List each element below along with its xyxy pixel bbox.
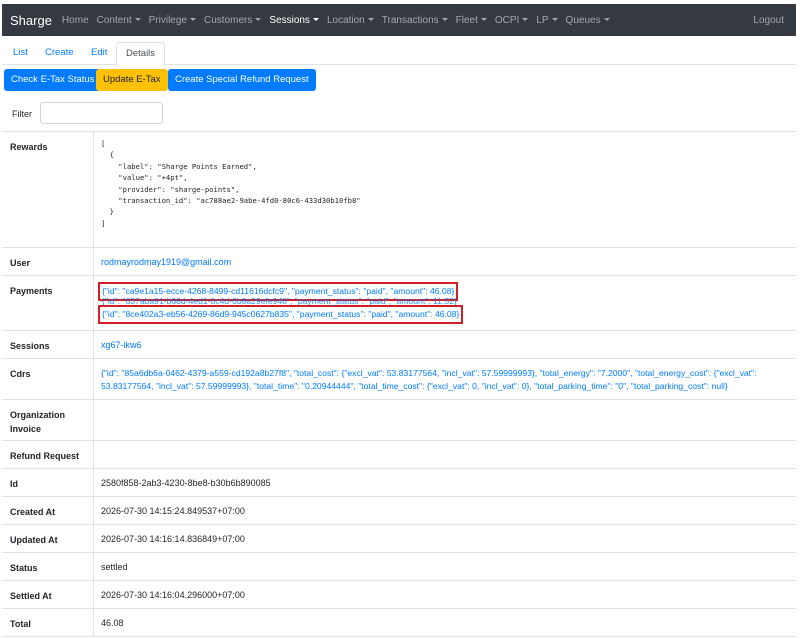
updated-at-value: 2026-07-30 14:16:14.836849+07:00 [101,534,245,544]
cdrs-row: Cdrs {"id": "85a6db6a-0462-4379-a559-cd1… [2,359,796,400]
nav-ocpi[interactable]: OCPI [494,14,529,26]
cdrs-label: Cdrs [2,359,94,399]
organization-invoice-row: Organization Invoice [2,400,796,441]
rewards-row: Rewards [ { "label": "Sharge Points Earn… [2,132,796,248]
nav-ocpi-label: OCPI [494,14,520,26]
updated-at-row: Updated At 2026-07-30 14:16:14.836849+07… [2,525,796,553]
logout-link[interactable]: Logout [753,15,784,26]
view-tabs: List Create Edit Details [2,42,796,66]
nav-customers[interactable]: Customers [204,14,262,26]
nav-home[interactable]: Home [62,15,89,26]
total-row: Total 46.08 [2,609,796,637]
rewards-value: [ { "label": "Sharge Points Earned", "va… [94,132,796,237]
nav-sessions[interactable]: Sessions [269,15,319,26]
nav-transactions[interactable]: Transactions [382,15,448,26]
caret-down-icon [190,18,196,22]
session-link[interactable]: xg67-ikw6 [101,340,142,350]
refund-request-label: Refund Request [2,441,94,468]
check-etax-status-button[interactable]: Check E-Tax Status [4,69,102,91]
nav-fleet[interactable]: Fleet [456,15,487,26]
nav-location[interactable]: Location [327,15,374,26]
caret-down-icon [441,18,448,22]
caret-down-icon [367,18,374,22]
tab-edit[interactable]: Edit [82,42,116,65]
nav-transactions-label: Transactions [381,14,439,26]
user-email-link[interactable]: rodmayrodmay1919@gmail.com [101,257,231,267]
total-value: 46.08 [101,618,124,628]
rewards-json: [ { "label": "Sharge Points Earned", "va… [101,139,361,228]
user-row: User rodmayrodmay1919@gmail.com [2,248,796,276]
status-row: Status settled [2,553,796,581]
sessions-label: Sessions [2,331,94,358]
total-label: Total [2,609,94,636]
updated-at-label: Updated At [2,525,94,552]
refund-request-row: Refund Request [2,441,796,469]
payments-label: Payments [2,276,94,330]
tab-create[interactable]: Create [36,42,83,65]
filter-input[interactable] [40,102,163,124]
nav-privilege-label: Privilege [148,14,187,26]
caret-down-icon [255,18,262,22]
payment-link-highlighted[interactable]: {"id": "8ce402a3-eb56-4269-86d9-945c0627… [98,305,464,324]
id-value: 2580f858-2ab3-4230-8be8-b30b6b890085 [101,478,271,488]
top-navbar: Sharge Home Content Privilege Customers … [2,4,796,36]
update-etax-button[interactable]: Update E-Tax [96,69,168,91]
nav-content-label: Content [96,14,132,26]
caret-down-icon [603,18,610,22]
user-label: User [2,248,94,275]
tab-list[interactable]: List [4,42,37,65]
nav-sessions-label: Sessions [269,14,310,26]
nav-content[interactable]: Content [97,15,141,26]
settled-at-row: Settled At 2026-07-30 14:16:04.296000+07… [2,581,796,609]
caret-down-icon [551,18,558,22]
id-label: Id [2,469,94,496]
caret-down-icon [134,18,141,22]
caret-down-icon [312,18,319,22]
payments-row: Payments {"id": "ca9e1a15-ecce-4268-8499… [2,276,796,331]
nav-lp[interactable]: LP [536,14,558,26]
nav-fleet-label: Fleet [455,14,478,26]
id-row: Id 2580f858-2ab3-4230-8be8-b30b6b890085 [2,469,796,497]
created-at-label: Created At [2,497,94,524]
nav-queues-label: Queues [565,14,601,26]
caret-down-icon [522,18,529,22]
create-special-refund-button[interactable]: Create Special Refund Request [168,69,316,91]
payment-link[interactable]: {"id": "637aba91-b68d-4ed1-8c4d-6b8a29ef… [102,297,789,306]
created-at-value: 2026-07-30 14:15:24.849537+07:00 [101,506,245,516]
nav-queues[interactable]: Queues [566,15,610,26]
cdr-link[interactable]: {"id": "85a6db6a-0462-4379-a559-cd192a8b… [101,367,789,393]
sessions-row: Sessions xg67-ikw6 [2,331,796,359]
tab-details[interactable]: Details [116,42,166,66]
organization-invoice-label: Organization Invoice [2,400,94,440]
settled-at-value: 2026-07-30 14:16:04.296000+07:00 [101,590,245,600]
details-table: Rewards [ { "label": "Sharge Points Earn… [2,131,796,637]
filter-label: Filter [12,109,32,119]
nav-customers-label: Customers [204,14,253,26]
settled-at-label: Settled At [2,581,94,608]
rewards-label: Rewards [2,132,94,247]
nav-location-label: Location [326,14,365,26]
status-label: Status [2,553,94,580]
caret-down-icon [480,18,487,22]
nav-privilege[interactable]: Privilege [149,15,196,26]
nav-lp-label: LP [536,14,549,26]
status-value: settled [101,562,128,572]
created-at-row: Created At 2026-07-30 14:15:24.849537+07… [2,497,796,525]
brand-logo[interactable]: Sharge [10,13,52,28]
